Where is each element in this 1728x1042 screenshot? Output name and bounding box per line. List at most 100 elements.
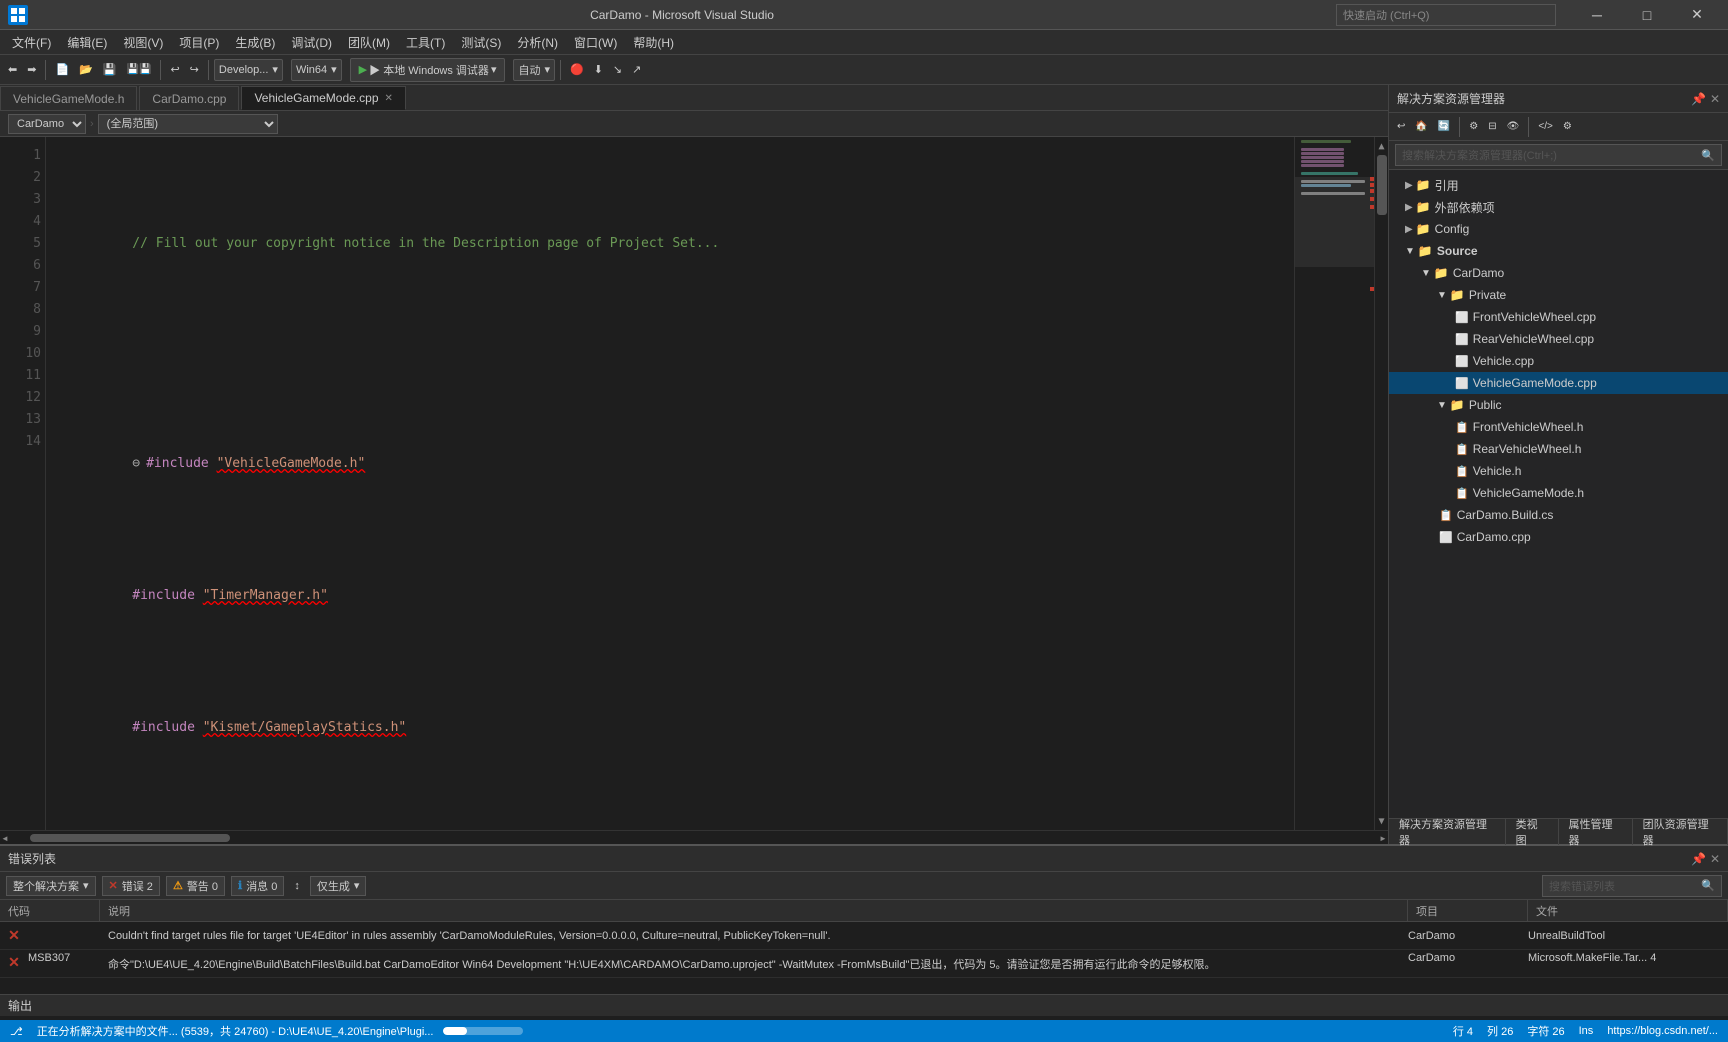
- step-into-button[interactable]: ↘: [609, 58, 626, 82]
- menu-debug[interactable]: 调试(D): [283, 32, 340, 53]
- minimize-button[interactable]: ─: [1574, 0, 1620, 30]
- error-desc-cell: 命令"D:\UE4\UE_4.20\Engine\Build\BatchFile…: [104, 956, 1404, 972]
- tree-item-cardamo[interactable]: ▼ 📁 CarDamo: [1389, 262, 1728, 284]
- se-pin-button[interactable]: 📌: [1691, 92, 1706, 106]
- scroll-up-button[interactable]: ▲: [1378, 139, 1384, 153]
- tree-item-cardamo-cpp[interactable]: ⬜ CarDamo.cpp: [1389, 526, 1728, 548]
- code-text[interactable]: // Fill out your copyright notice in the…: [46, 137, 1294, 830]
- tree-item-config[interactable]: ▶ 📁 Config: [1389, 218, 1728, 240]
- se-refresh-button[interactable]: 🔄: [1434, 115, 1454, 139]
- platform-dropdown[interactable]: Win64 ▾: [291, 59, 342, 81]
- redo-button[interactable]: ↪: [186, 58, 203, 82]
- tree-item-external[interactable]: ▶ 📁 外部依赖项: [1389, 196, 1728, 218]
- tree-item-public[interactable]: ▼ 📁 Public: [1389, 394, 1728, 416]
- horizontal-scrollbar[interactable]: ◄ ►: [0, 830, 1388, 844]
- el-only-build-filter[interactable]: 仅生成 ▾: [310, 876, 367, 896]
- se-tab-team-explorer[interactable]: 团队资源管理器: [1633, 819, 1728, 845]
- tree-item-private[interactable]: ▼ 📁 Private: [1389, 284, 1728, 306]
- item-label: FrontVehicleWheel.h: [1473, 420, 1584, 434]
- se-close-button[interactable]: ✕: [1710, 92, 1720, 106]
- tree-item-rearvehiclewheel-cpp[interactable]: ⬜ RearVehicleWheel.cpp: [1389, 328, 1728, 350]
- tree-item-vehicle-cpp[interactable]: ⬜ Vehicle.cpp: [1389, 350, 1728, 372]
- attach-dropdown[interactable]: 自动 ▾: [513, 59, 555, 81]
- tab-close-icon[interactable]: ✕: [385, 93, 393, 104]
- tree-item-vehiclegamemode-cpp[interactable]: ⬜ VehicleGameMode.cpp: [1389, 372, 1728, 394]
- se-filter-button[interactable]: ⚙: [1465, 115, 1482, 139]
- se-tab-property-manager[interactable]: 属性管理器: [1559, 819, 1633, 845]
- el-search-box[interactable]: 搜索错误列表 🔍: [1542, 875, 1722, 897]
- code-line-3: ⊖#include "VehicleGameMode.h": [54, 431, 1286, 497]
- breakpoint-button[interactable]: 🔴: [566, 58, 588, 82]
- se-collapse-button[interactable]: ⊟: [1484, 115, 1500, 139]
- menu-edit[interactable]: 编辑(E): [59, 32, 115, 53]
- tree-item-cardamo-buildcs[interactable]: 📋 CarDamo.Build.cs: [1389, 504, 1728, 526]
- menu-view[interactable]: 视图(V): [115, 32, 171, 53]
- menu-tools[interactable]: 工具(T): [398, 32, 453, 53]
- el-close-button[interactable]: ✕: [1710, 852, 1720, 866]
- tree-item-vehicle-h[interactable]: 📋 Vehicle.h: [1389, 460, 1728, 482]
- scroll-down-button[interactable]: ▼: [1378, 814, 1384, 828]
- el-sort-button[interactable]: ↕: [290, 874, 304, 898]
- vertical-scrollbar[interactable]: ▲ ▼: [1374, 137, 1388, 830]
- tree-item-vehiclegamemode-h[interactable]: 📋 VehicleGameMode.h: [1389, 482, 1728, 504]
- new-file-button[interactable]: 📄: [51, 58, 73, 82]
- item-label: CarDamo.Build.cs: [1457, 508, 1554, 522]
- undo-button[interactable]: ↩: [166, 58, 183, 82]
- tab-cardamo-cpp[interactable]: CarDamo.cpp: [139, 86, 239, 110]
- el-warnings-filter[interactable]: ⚠ 警告 0: [166, 876, 225, 896]
- se-back-button[interactable]: ↩: [1393, 115, 1409, 139]
- el-messages-filter[interactable]: ℹ 消息 0: [231, 876, 284, 896]
- arrow-icon: ▶: [1405, 224, 1413, 235]
- tree-item-references[interactable]: ▶ 📁 引用: [1389, 174, 1728, 196]
- step-out-button[interactable]: ↗: [628, 58, 645, 82]
- el-pin-button[interactable]: 📌: [1691, 852, 1706, 866]
- el-scope-filter[interactable]: 整个解决方案 ▾: [6, 876, 96, 896]
- forward-button[interactable]: ➡: [23, 58, 40, 82]
- el-errors-filter[interactable]: ✕ 错误 2: [102, 876, 160, 896]
- se-tab-solution-explorer[interactable]: 解决方案资源管理器: [1389, 819, 1506, 845]
- error-row-2[interactable]: ✕ MSB307 命令"D:\UE4\UE_4.20\Engine\Build\…: [0, 950, 1728, 978]
- run-button[interactable]: ▶ ▶ 本地 Windows 调试器 ▾: [350, 58, 506, 82]
- scroll-left-button[interactable]: ◄: [0, 834, 10, 842]
- el-search-icon: 🔍: [1701, 879, 1715, 892]
- breadcrumb-scope-select[interactable]: (全局范围): [98, 114, 278, 134]
- quick-launch[interactable]: 快速启动 (Ctrl+Q): [1336, 4, 1556, 26]
- tree-item-rearvehiclewheel-h[interactable]: 📋 RearVehicleWheel.h: [1389, 438, 1728, 460]
- close-button[interactable]: ✕: [1674, 0, 1720, 30]
- menu-help[interactable]: 帮助(H): [625, 32, 682, 53]
- se-tab-class-view[interactable]: 类视图: [1506, 819, 1559, 845]
- scroll-right-button[interactable]: ►: [1378, 834, 1388, 842]
- breadcrumb-class-select[interactable]: CarDamo: [8, 114, 86, 134]
- se-view-button[interactable]: 👁: [1503, 115, 1524, 139]
- tree-item-source[interactable]: ▼ 📁 Source: [1389, 240, 1728, 262]
- menu-team[interactable]: 团队(M): [340, 32, 398, 53]
- se-settings-button[interactable]: ⚙: [1559, 115, 1576, 139]
- minimap[interactable]: [1294, 137, 1374, 830]
- menu-build[interactable]: 生成(B): [227, 32, 283, 53]
- maximize-button[interactable]: □: [1624, 0, 1670, 30]
- error-row-1[interactable]: ✕ Couldn't find target rules file for ta…: [0, 922, 1728, 950]
- back-button[interactable]: ⬅: [4, 58, 21, 82]
- item-label: Vehicle.h: [1473, 464, 1522, 478]
- menu-project[interactable]: 项目(P): [171, 32, 227, 53]
- config-dropdown[interactable]: Develop... ▾: [214, 59, 283, 81]
- save-button[interactable]: 💾: [99, 58, 121, 82]
- menu-window[interactable]: 窗口(W): [566, 32, 625, 53]
- open-file-button[interactable]: 📂: [75, 58, 97, 82]
- save-all-button[interactable]: 💾💾: [123, 58, 156, 82]
- scroll-thumb[interactable]: [1377, 155, 1387, 215]
- se-search-box[interactable]: 搜索解决方案资源管理器(Ctrl+;) 🔍: [1395, 144, 1722, 166]
- tab-vehiclegamemode-cpp[interactable]: VehicleGameMode.cpp ✕: [241, 86, 405, 110]
- cpp-file-icon: ⬜: [1439, 531, 1453, 544]
- menu-test[interactable]: 测试(S): [453, 32, 509, 53]
- se-properties-button[interactable]: 🏠: [1411, 115, 1431, 139]
- tab-vehiclegamemode-h[interactable]: VehicleGameMode.h: [0, 86, 137, 110]
- menu-analyze[interactable]: 分析(N): [509, 32, 566, 53]
- code-editor[interactable]: 1 2 3 4 5 6 7 8 9 10 11 12 13 14 // Fill…: [0, 137, 1388, 830]
- tree-item-frontvehiclewheel-h[interactable]: 📋 FrontVehicleWheel.h: [1389, 416, 1728, 438]
- hscroll-thumb[interactable]: [30, 834, 230, 842]
- se-cpp-button[interactable]: </>: [1534, 115, 1556, 139]
- menu-file[interactable]: 文件(F): [4, 32, 59, 53]
- step-over-button[interactable]: ⬇: [590, 58, 607, 82]
- tree-item-frontvehiclewheel-cpp[interactable]: ⬜ FrontVehicleWheel.cpp: [1389, 306, 1728, 328]
